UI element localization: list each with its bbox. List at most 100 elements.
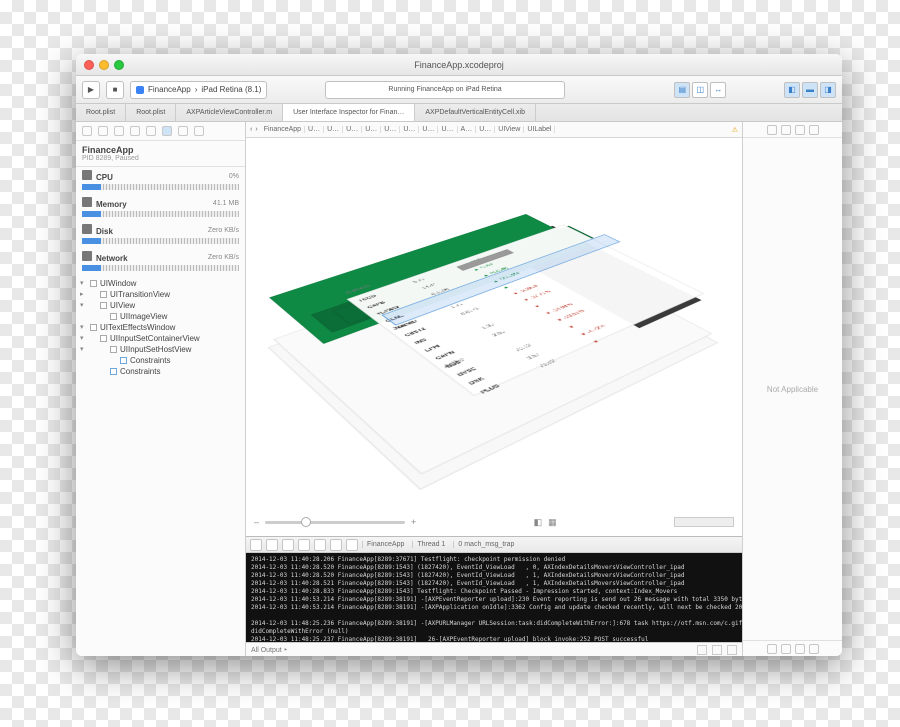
process-header[interactable]: FinanceApp PID 8289, Paused	[76, 141, 245, 167]
jumpbar-segment[interactable]: U…	[438, 126, 457, 133]
project-nav-icon[interactable]	[82, 126, 92, 136]
media-library-icon[interactable]	[809, 644, 819, 654]
jumpbar-segment[interactable]: U…	[343, 126, 362, 133]
range-slider[interactable]	[674, 517, 734, 527]
jumpbar-segment[interactable]: FinanceApp	[261, 126, 305, 133]
back-icon[interactable]: ‹	[250, 126, 252, 133]
inspector-toggle[interactable]: ◨	[820, 82, 836, 98]
standard-editor-button[interactable]: ▤	[674, 82, 690, 98]
editor-mode-group: ▤ ◫ ↔	[674, 82, 726, 98]
tree-node[interactable]: UITransitionView	[78, 289, 243, 300]
object-library-icon[interactable]	[795, 644, 805, 654]
network-gauge[interactable]: Network Zero KB/s	[76, 248, 245, 264]
orient-icon[interactable]: ◧	[534, 517, 543, 528]
jumpbar-segment[interactable]: U…	[419, 126, 438, 133]
disk-label: Disk	[96, 227, 113, 236]
tree-node[interactable]: UITextEffectsWindow	[78, 322, 243, 333]
jumpbar-segment[interactable]: U…	[362, 126, 381, 133]
tree-node[interactable]: UIWindow	[78, 278, 243, 289]
orient2-icon[interactable]: ▦	[548, 517, 557, 528]
tree-node[interactable]: Constraints	[78, 366, 243, 377]
file-inspector-icon[interactable]	[767, 125, 777, 135]
step-over-icon[interactable]	[282, 539, 294, 551]
file-tab[interactable]: AXPDefaultVerticalEntityCell.xib	[415, 104, 536, 121]
identity-inspector-icon[interactable]	[795, 125, 805, 135]
view-debugger-canvas[interactable]: Gainers Losers Active TCCO5.70▲ +0.92CAP…	[246, 138, 742, 536]
jumpbar-segment[interactable]: U…	[381, 126, 400, 133]
version-editor-button[interactable]: ↔	[710, 82, 726, 98]
navigator-toggle[interactable]: ◧	[784, 82, 800, 98]
forward-icon[interactable]: ›	[255, 126, 257, 133]
jumpbar-segment[interactable]: UIView	[495, 126, 524, 133]
cpu-gauge[interactable]: CPU 0%	[76, 167, 245, 183]
tree-node[interactable]: UIView	[78, 300, 243, 311]
process-pid: PID 8289, Paused	[82, 155, 239, 162]
zoom-in-icon[interactable]: +	[411, 517, 416, 527]
debug-bar: FinanceApp Thread 1 0 mach_msg_trap	[246, 537, 742, 553]
editor-area: ‹ › FinanceAppU…U…U…U…U…U…U…U…A…U…UIView…	[246, 122, 742, 656]
memory-icon	[82, 197, 92, 207]
debug-toggle[interactable]: ▬	[802, 82, 818, 98]
memory-gauge[interactable]: Memory 41.1 MB	[76, 194, 245, 210]
symbol-nav-icon[interactable]	[98, 126, 108, 136]
file-tab[interactable]: Root.plist	[126, 104, 176, 121]
inspector-empty-text: Not Applicable	[767, 385, 818, 394]
console-pane-icon[interactable]	[727, 645, 737, 655]
clear-console-icon[interactable]	[697, 645, 707, 655]
debug-frame[interactable]: 0 mach_msg_trap	[453, 541, 518, 548]
spacing-slider[interactable]	[265, 521, 405, 524]
report-nav-icon[interactable]	[194, 126, 204, 136]
step-out-icon[interactable]	[314, 539, 326, 551]
file-tab[interactable]: AXPArticleViewController.m	[176, 104, 283, 121]
tree-node[interactable]: Constraints	[78, 355, 243, 366]
inspector-selector	[743, 122, 842, 138]
stop-button[interactable]	[106, 81, 124, 99]
tree-node[interactable]: UIImageView	[78, 311, 243, 322]
app-icon	[136, 86, 144, 94]
jumpbar-segment[interactable]: UILabel	[524, 126, 555, 133]
network-value: Zero KB/s	[208, 254, 239, 261]
console-output[interactable]: 2014-12-03 11:40:28.206 FinanceApp[8289:…	[246, 553, 742, 642]
output-filter[interactable]: All Output ‣	[251, 646, 288, 654]
warning-icon[interactable]: ⚠︎	[732, 126, 738, 134]
tree-node[interactable]: UIInputSetHostView	[78, 344, 243, 355]
file-template-icon[interactable]	[767, 644, 777, 654]
xcode-window: FinanceApp.xcodeproj FinanceApp › iPad R…	[76, 54, 842, 656]
variables-pane-icon[interactable]	[712, 645, 722, 655]
test-nav-icon[interactable]	[146, 126, 156, 136]
pane-toggle-group: ◧ ▬ ◨	[784, 82, 836, 98]
assistant-editor-button[interactable]: ◫	[692, 82, 708, 98]
file-tab[interactable]: User Interface Inspector for Finan…	[283, 104, 415, 121]
code-snippet-icon[interactable]	[781, 644, 791, 654]
loc-icon[interactable]	[346, 539, 358, 551]
jumpbar-segment[interactable]: U…	[400, 126, 419, 133]
scheme-selector[interactable]: FinanceApp › iPad Retina (8.1)	[130, 81, 267, 99]
continue-icon[interactable]	[266, 539, 278, 551]
debug-area: FinanceApp Thread 1 0 mach_msg_trap 2014…	[246, 536, 742, 656]
toggle-debug-icon[interactable]	[250, 539, 262, 551]
canvas-controls: – + ◧ ▦	[254, 514, 734, 530]
breakpoint-nav-icon[interactable]	[178, 126, 188, 136]
jumpbar-segment[interactable]: U…	[324, 126, 343, 133]
jumpbar-segment[interactable]: U…	[305, 126, 324, 133]
tree-node[interactable]: UIInputSetContainerView	[78, 333, 243, 344]
file-tab[interactable]: Root.plist	[76, 104, 126, 121]
jumpbar-segment[interactable]: U…	[476, 126, 495, 133]
inspector-panel: Not Applicable	[742, 122, 842, 656]
find-nav-icon[interactable]	[114, 126, 124, 136]
view-debug-icon[interactable]	[330, 539, 342, 551]
inspector-body: Not Applicable	[743, 138, 842, 640]
quickhelp-inspector-icon[interactable]	[781, 125, 791, 135]
debug-thread[interactable]: Thread 1	[412, 541, 449, 548]
jump-bar[interactable]: ‹ › FinanceAppU…U…U…U…U…U…U…U…A…U…UIView…	[246, 122, 742, 138]
slider-thumb[interactable]	[301, 517, 311, 527]
issue-nav-icon[interactable]	[130, 126, 140, 136]
step-in-icon[interactable]	[298, 539, 310, 551]
run-button[interactable]	[82, 81, 100, 99]
size-inspector-icon[interactable]	[809, 125, 819, 135]
jumpbar-segment[interactable]: A…	[458, 126, 477, 133]
debug-nav-icon[interactable]	[162, 126, 172, 136]
zoom-out-icon[interactable]: –	[254, 517, 259, 527]
debug-process[interactable]: FinanceApp	[362, 541, 408, 548]
disk-gauge[interactable]: Disk Zero KB/s	[76, 221, 245, 237]
